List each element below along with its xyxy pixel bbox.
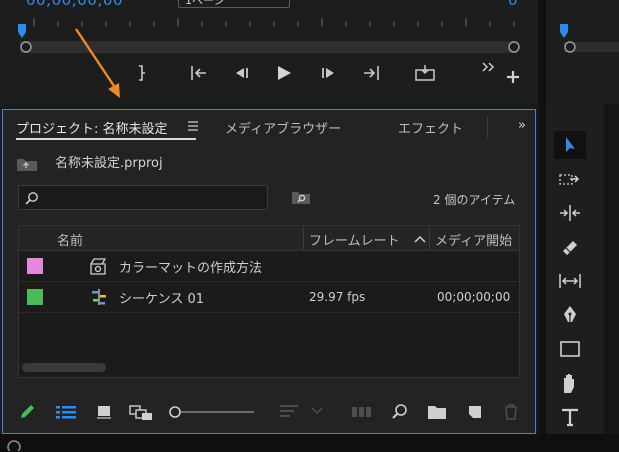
go-to-in-icon[interactable] [186, 60, 212, 86]
column-divider[interactable] [303, 226, 304, 250]
horizontal-scrollbar[interactable] [22, 363, 106, 372]
active-tab-indicator [16, 138, 196, 140]
project-file-name: 名称未設定.prproj [55, 156, 163, 171]
icon-view-icon[interactable] [95, 403, 113, 421]
item-name[interactable]: カラーマットの作成方法 [119, 257, 262, 276]
item-media-start: 00;00;00;00 [437, 290, 511, 304]
column-divider[interactable] [429, 226, 430, 250]
track-select-tool-icon[interactable] [554, 165, 586, 193]
ripple-edit-tool-icon[interactable] [554, 199, 586, 227]
export-frame-icon[interactable] [412, 60, 438, 86]
item-name[interactable]: シーケンス 01 [119, 288, 204, 307]
sequence-icon [92, 289, 106, 305]
go-to-out-icon[interactable] [358, 60, 384, 86]
list-view-icon[interactable] [55, 404, 77, 420]
play-icon[interactable] [271, 60, 297, 86]
trash-icon[interactable] [503, 403, 519, 421]
panel-overflow-icon[interactable]: » [518, 118, 526, 133]
tab-media-browser[interactable]: メディアブラウザー [225, 118, 341, 137]
step-back-icon[interactable] [228, 60, 254, 86]
status-bar [0, 434, 619, 452]
color-matte-icon [90, 258, 107, 275]
label-color-swatch[interactable] [27, 258, 43, 274]
timeline-panel [546, 0, 619, 104]
razor-tool-icon[interactable] [554, 233, 586, 261]
zoom-slider[interactable] [168, 405, 258, 419]
button-editor-icon[interactable] [502, 64, 524, 90]
search-input[interactable] [18, 185, 268, 210]
hand-tool-icon[interactable] [554, 369, 586, 397]
project-panel: プロジェクト: 名称未設定 メディアブラウザー エフェクト » 名称未設定.pr… [2, 109, 536, 434]
automate-to-sequence-icon[interactable] [351, 405, 373, 419]
tab-project[interactable]: プロジェクト: 名称未設定 [16, 118, 168, 137]
panel-divider[interactable] [538, 104, 546, 434]
tab-divider [487, 116, 488, 138]
column-frame-rate[interactable]: フレームレート [309, 230, 400, 249]
timeline-edge [604, 104, 619, 434]
table-row[interactable]: シーケンス 01 29.97 fps 00;00;00;00 [19, 282, 519, 313]
freeform-view-icon[interactable] [129, 403, 153, 421]
new-search-bin-icon[interactable] [291, 189, 311, 205]
tools-panel [546, 104, 604, 434]
step-forward-icon[interactable] [316, 60, 342, 86]
more-controls-icon[interactable] [477, 54, 499, 80]
table-row[interactable]: カラーマットの作成方法 [19, 251, 519, 282]
annotation-arrow [75, 28, 120, 98]
item-frame-rate: 29.97 fps [309, 290, 366, 304]
find-icon[interactable] [391, 403, 409, 421]
sort-icons-icon[interactable] [279, 404, 301, 420]
mark-out-icon[interactable] [128, 60, 154, 86]
sort-ascending-icon[interactable] [414, 235, 426, 243]
item-count: 2 個のアイテム [433, 193, 516, 207]
timeline-ruler[interactable] [558, 22, 619, 56]
panel-divider[interactable] [538, 0, 546, 104]
chevron-down-icon[interactable] [311, 407, 323, 415]
new-bin-icon[interactable] [427, 404, 447, 420]
pencil-icon[interactable] [18, 403, 36, 421]
project-folder-icon [17, 159, 37, 171]
search-icon [25, 192, 38, 205]
rectangle-tool-icon[interactable] [554, 335, 586, 363]
tab-effects[interactable]: エフェクト [398, 118, 463, 137]
column-media-start[interactable]: メディア開始 [435, 230, 512, 249]
creative-cloud-icon[interactable] [6, 439, 22, 451]
project-items-table: 名前 フレームレート メディア開始 カラーマットの作成方法 シーケンス 01 2… [18, 225, 520, 378]
column-name[interactable]: 名前 [57, 230, 83, 249]
type-tool-icon[interactable] [554, 403, 586, 431]
table-header: 名前 フレームレート メディア開始 [19, 226, 519, 251]
new-item-icon[interactable] [466, 403, 484, 421]
label-color-swatch[interactable] [27, 289, 43, 305]
selection-tool-icon[interactable] [554, 131, 586, 159]
slip-tool-icon[interactable] [554, 267, 586, 295]
pen-tool-icon[interactable] [554, 301, 586, 329]
project-toolbar [3, 400, 535, 426]
panel-menu-icon[interactable] [187, 121, 199, 131]
